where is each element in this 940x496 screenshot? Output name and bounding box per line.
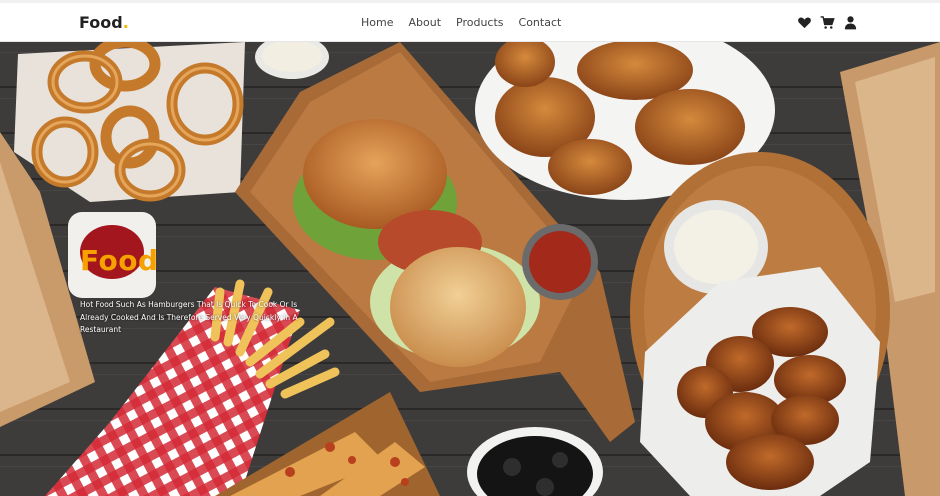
- hero-banner: Food Hot Food Such As Hamburgers That Is…: [0, 42, 940, 496]
- hero-title: Food: [80, 244, 159, 277]
- heart-icon[interactable]: [797, 15, 812, 30]
- brand-logo[interactable]: Food.: [79, 13, 129, 32]
- nav-link-contact[interactable]: Contact: [519, 16, 562, 29]
- nav-link-about[interactable]: About: [408, 16, 441, 29]
- nav-link-home[interactable]: Home: [361, 16, 393, 29]
- user-icon[interactable]: [843, 15, 858, 30]
- nav-icons: [797, 15, 858, 30]
- hero-description: Hot Food Such As Hamburgers That Is Quic…: [80, 300, 298, 334]
- brand-name: Food: [79, 13, 123, 32]
- navbar: Food. Home About Products Contact: [0, 0, 940, 42]
- brand-dot: .: [122, 13, 129, 32]
- nav-link-products[interactable]: Products: [456, 16, 504, 29]
- cart-icon[interactable]: [820, 15, 835, 30]
- nav-links: Home About Products Contact: [361, 16, 576, 29]
